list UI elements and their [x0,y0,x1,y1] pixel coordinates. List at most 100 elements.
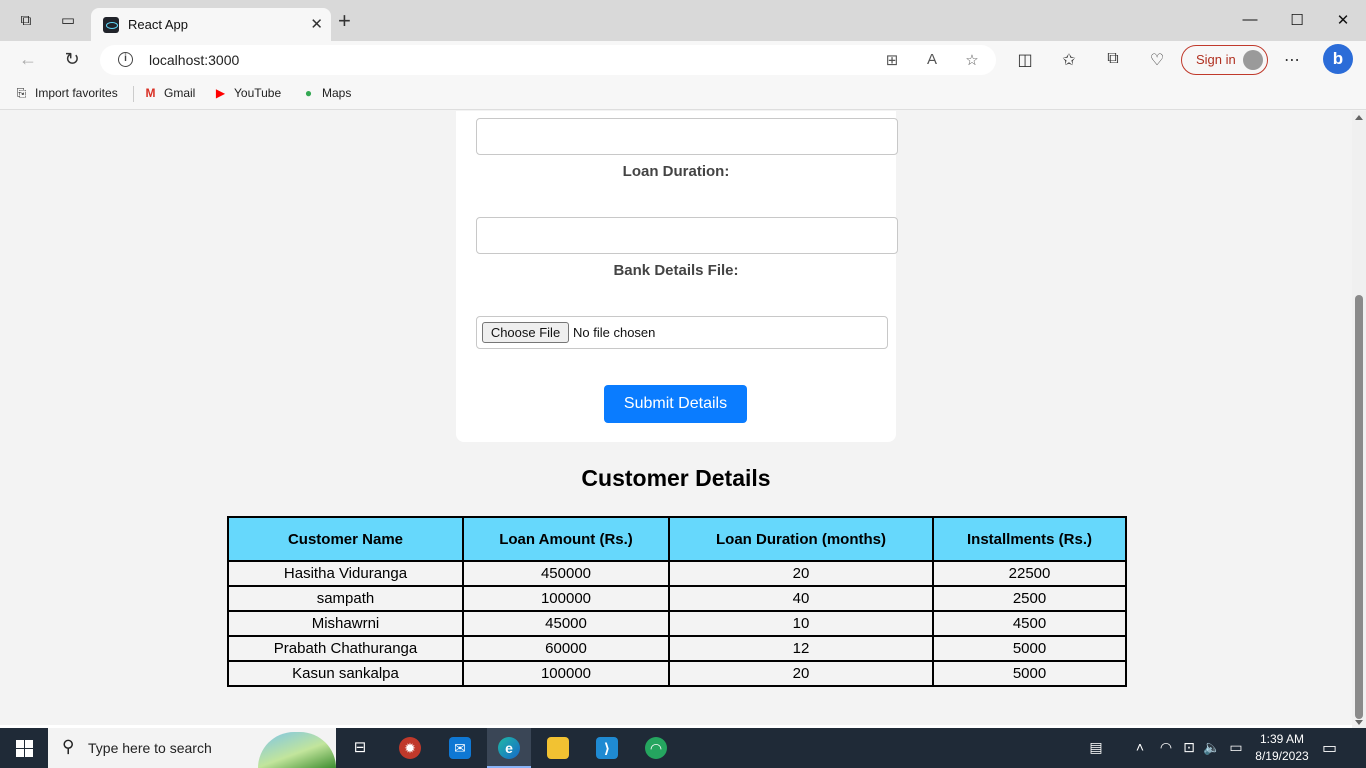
security-icon[interactable]: ⊡ [1179,739,1199,756]
loan-duration-input[interactable] [476,217,898,254]
scroll-down-icon[interactable] [1355,720,1363,725]
bing-copilot-icon[interactable]: b [1323,44,1353,74]
loan-amount-input[interactable] [476,118,898,155]
youtube-icon: ▶ [215,86,226,100]
scrollbar-thumb[interactable] [1355,295,1363,719]
search-placeholder[interactable]: Type here to search [88,740,212,756]
favorite-gmail[interactable]: M Gmail [143,86,196,100]
tab-actions-icon[interactable]: ▭ [59,12,77,30]
loan-duration-cell: 20 [668,560,934,587]
react-icon [103,17,119,33]
loan-amount-cell: 450000 [462,560,670,587]
collections-icon[interactable]: ⧉ [1102,50,1124,68]
show-hidden-icons-icon[interactable]: ˄ [1130,739,1150,755]
favorites-divider [133,86,134,102]
browser-essentials-icon[interactable]: ♡ [1146,50,1168,70]
search-highlight-image [258,732,336,768]
address-toolbar: ← ↻ i localhost:3000 ⊞ A ☆ ◫ ✩ ⧉ ♡ Sign … [0,41,1366,79]
loan-duration-cell: 12 [668,635,934,662]
favorite-star-icon[interactable]: ☆ [962,51,982,69]
column-header: Customer Name [227,516,464,562]
taskbar-search-box[interactable]: ⚲ Type here to search [48,728,336,768]
back-icon[interactable]: ← [17,49,39,70]
edge-icon: e [498,737,520,759]
clock-time: 1:39 AM [1259,732,1305,746]
taskbar-app-mail[interactable]: ✉ [438,728,482,768]
close-tab-icon[interactable]: ✕ [310,15,323,33]
split-screen-icon[interactable]: ◫ [1014,50,1036,70]
system-clock[interactable]: 1:39 AM 8/19/2023 [1252,731,1312,765]
more-options-icon[interactable]: ⋯ [1281,50,1303,70]
column-header: Installments (Rs.) [932,516,1127,562]
customer-details-table: Customer Name Loan Amount (Rs.) Loan Dur… [227,516,1127,687]
taskbar-app-game[interactable]: ✹ [388,728,432,768]
app-available-icon[interactable]: ⊞ [882,51,902,69]
favorites-icon[interactable]: ✩ [1058,50,1080,70]
loan-form-card: Loan Duration: Bank Details File: Choose… [456,111,898,442]
choose-file-button[interactable]: Choose File [482,322,569,343]
news-widget-icon[interactable]: ▤ [1086,739,1106,756]
page-scrollbar[interactable] [1352,111,1366,728]
customer-name-cell: Kasun sankalpa [227,660,464,687]
taskbar-app-file-explorer[interactable] [536,728,580,768]
bank-details-label: Bank Details File: [613,262,739,279]
maximize-icon[interactable]: ☐ [1287,11,1307,29]
scroll-up-icon[interactable] [1355,115,1363,120]
customer-name-cell: Mishawrni [227,610,464,637]
volume-icon[interactable]: 🔈 [1202,739,1222,756]
submit-details-button[interactable]: Submit Details [604,385,747,423]
close-window-icon[interactable]: ✕ [1333,11,1353,29]
loan-duration-cell: 20 [668,660,934,687]
table-row: sampath 100000 40 2500 [227,585,1127,612]
address-bar[interactable]: i localhost:3000 ⊞ A ☆ [100,45,996,75]
favorite-import[interactable]: ⎘ Import favorites [14,86,118,101]
task-view-button[interactable]: ⊟ [338,728,382,768]
windows-taskbar: ⚲ Type here to search ⊟ ✹ ✉ e ⟩ ◠ ▤ ˄ ◠ … [0,728,1366,768]
table-row: Kasun sankalpa 100000 20 5000 [227,660,1127,687]
loan-duration-cell: 40 [668,585,934,612]
loan-amount-cell: 100000 [462,585,670,612]
sign-in-button[interactable]: Sign in [1181,45,1268,75]
column-header: Loan Amount (Rs.) [462,516,670,562]
table-row: Prabath Chathuranga 60000 12 5000 [227,635,1127,662]
mail-icon: ✉ [449,737,471,759]
table-row: Hasitha Viduranga 450000 20 22500 [227,560,1127,587]
minimize-icon[interactable]: — [1240,11,1260,28]
windows-start-icon[interactable] [16,740,33,757]
taskbar-app-vscode[interactable]: ⟩ [585,728,629,768]
maps-icon: ● [304,86,313,100]
notifications-icon[interactable]: ▭ [1322,738,1337,758]
favorite-label: Maps [322,86,352,100]
read-aloud-icon[interactable]: A [922,51,942,68]
gmail-icon: M [145,86,156,100]
customer-details-title: Customer Details [581,465,771,491]
loan-duration-label: Loan Duration: [622,163,730,180]
bank-details-file-input[interactable]: Choose File No file chosen [476,316,888,349]
loan-duration-cell: 10 [668,610,934,637]
game-app-icon: ✹ [399,737,421,759]
sign-in-label: Sign in [1196,52,1236,67]
installments-cell: 2500 [932,585,1127,612]
installments-cell: 22500 [932,560,1127,587]
tab-react-app[interactable]: React App ✕ [91,8,331,41]
refresh-icon[interactable]: ↻ [61,49,83,70]
customer-name-cell: sampath [227,585,464,612]
favorite-youtube[interactable]: ▶ YouTube [213,86,281,100]
table-row: Mishawrni 45000 10 4500 [227,610,1127,637]
favorite-maps[interactable]: ● Maps [301,86,351,100]
favorite-label: YouTube [234,86,282,100]
new-tab-icon[interactable]: + [338,10,351,32]
clock-date: 8/19/2023 [1255,749,1309,763]
url-text[interactable]: localhost:3000 [149,52,239,68]
wifi-icon[interactable]: ◠ [1156,739,1176,756]
browser-title-bar: ⧉ ▭ React App ✕ + — ☐ ✕ [0,0,1366,41]
taskbar-app-green[interactable]: ◠ [634,728,678,768]
loan-amount-cell: 45000 [462,610,670,637]
battery-icon[interactable]: ▭ [1226,739,1246,756]
favorite-label: Gmail [164,86,196,100]
site-info-icon[interactable]: i [118,52,133,67]
loan-amount-cell: 60000 [462,635,670,662]
taskbar-app-edge[interactable]: e [487,728,531,768]
workspaces-icon[interactable]: ⧉ [17,12,35,30]
folder-icon [547,737,569,759]
